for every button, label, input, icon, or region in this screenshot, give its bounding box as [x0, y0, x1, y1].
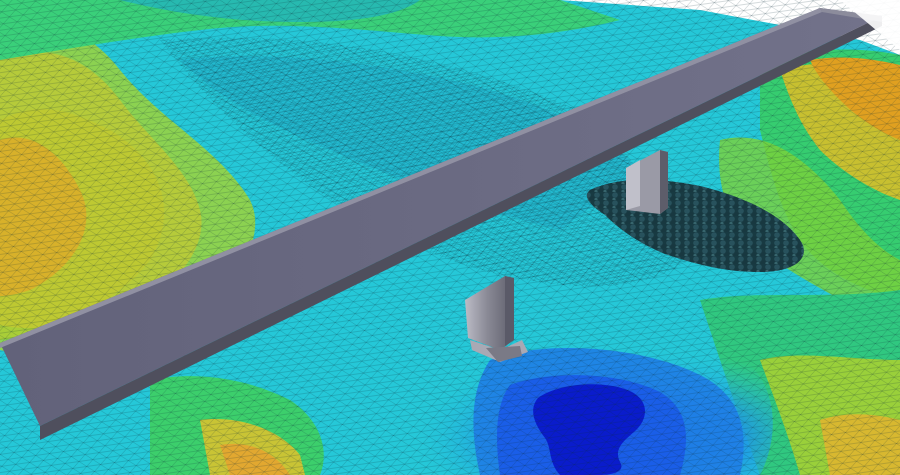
bridge-scour-mesh-view — [0, 0, 900, 475]
scene-canvas — [0, 0, 900, 475]
